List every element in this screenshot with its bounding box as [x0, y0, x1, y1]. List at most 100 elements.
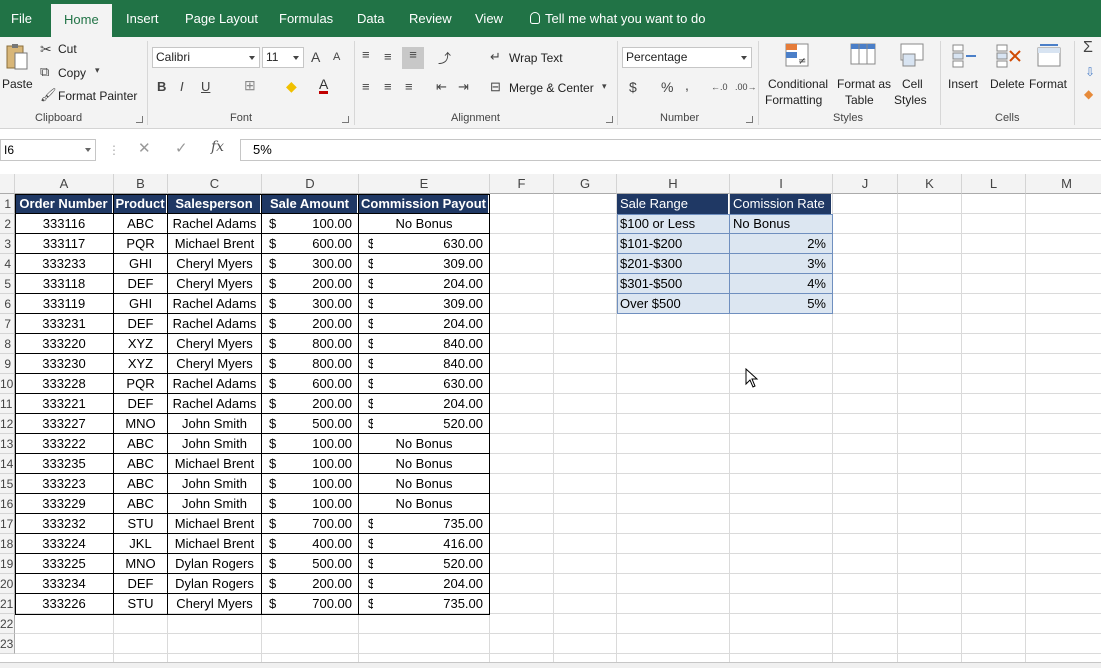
- salesperson-cell[interactable]: Michael Brent: [168, 454, 261, 474]
- rate-header-cell[interactable]: Comission Rate: [730, 194, 832, 214]
- salesperson-cell[interactable]: Dylan Rogers: [168, 574, 261, 594]
- salesperson-cell[interactable]: Cheryl Myers: [168, 354, 261, 374]
- commission-payout-cell[interactable]: 840.00: [359, 354, 489, 374]
- commission-rate-cell[interactable]: 3%: [730, 254, 832, 274]
- product-cell[interactable]: MNO: [114, 554, 167, 574]
- salesperson-cell[interactable]: Michael Brent: [168, 514, 261, 534]
- format-painter-button[interactable]: Format Painter: [58, 89, 137, 103]
- format-button[interactable]: Format: [1029, 77, 1067, 91]
- product-cell[interactable]: DEF: [114, 314, 167, 334]
- delete-cells-icon[interactable]: [994, 42, 1022, 70]
- order-number-cell[interactable]: 333229: [15, 494, 113, 514]
- commission-payout-cell[interactable]: 520.00: [359, 554, 489, 574]
- commission-rate-cell[interactable]: No Bonus: [730, 214, 832, 234]
- commission-payout-cell[interactable]: 204.00: [359, 274, 489, 294]
- row-header-23[interactable]: 23: [0, 634, 15, 654]
- conditional-formatting-line1[interactable]: Conditional: [768, 77, 828, 91]
- font-color-icon[interactable]: A: [319, 77, 329, 94]
- order-number-cell[interactable]: 333117: [15, 234, 113, 254]
- product-cell[interactable]: PQR: [114, 234, 167, 254]
- column-header-h[interactable]: H: [617, 174, 730, 194]
- cut-button[interactable]: Cut: [58, 42, 77, 56]
- salesperson-cell[interactable]: Cheryl Myers: [168, 334, 261, 354]
- number-launcher[interactable]: [746, 116, 753, 123]
- salesperson-cell[interactable]: Rachel Adams: [168, 214, 261, 234]
- commission-payout-cell[interactable]: 204.00: [359, 314, 489, 334]
- currency-icon[interactable]: $: [629, 79, 637, 95]
- order-number-cell[interactable]: 333224: [15, 534, 113, 554]
- fill-icon[interactable]: ⇩: [1085, 65, 1095, 79]
- product-cell[interactable]: ABC: [114, 214, 167, 234]
- order-number-cell[interactable]: 333228: [15, 374, 113, 394]
- commission-payout-cell[interactable]: 840.00: [359, 334, 489, 354]
- select-all-corner[interactable]: [0, 174, 15, 194]
- salesperson-cell[interactable]: Rachel Adams: [168, 294, 261, 314]
- product-cell[interactable]: PQR: [114, 374, 167, 394]
- row-header-9[interactable]: 9: [0, 354, 15, 374]
- salesperson-cell[interactable]: Michael Brent: [168, 234, 261, 254]
- commission-payout-cell[interactable]: 204.00: [359, 394, 489, 414]
- product-cell[interactable]: GHI: [114, 294, 167, 314]
- borders-icon[interactable]: ⊞: [244, 77, 256, 94]
- tab-page-layout[interactable]: Page Layout: [185, 0, 258, 37]
- order-number-cell[interactable]: 333226: [15, 594, 113, 614]
- column-header-c[interactable]: C: [168, 174, 262, 194]
- sale-amount-cell[interactable]: 600.00: [262, 234, 358, 254]
- column-header-a[interactable]: A: [15, 174, 114, 194]
- salesperson-cell[interactable]: Cheryl Myers: [168, 594, 261, 614]
- align-left-icon[interactable]: ≡: [362, 79, 370, 94]
- product-cell[interactable]: XYZ: [114, 354, 167, 374]
- cancel-icon[interactable]: ✕: [138, 139, 151, 161]
- sale-range-cell[interactable]: $201-$300: [617, 254, 729, 274]
- commission-rate-cell[interactable]: 5%: [730, 294, 832, 314]
- column-header-e[interactable]: E: [359, 174, 490, 194]
- sale-amount-cell[interactable]: 400.00: [262, 534, 358, 554]
- order-number-cell[interactable]: 333221: [15, 394, 113, 414]
- insert-button[interactable]: Insert: [948, 77, 978, 91]
- row-header-4[interactable]: 4: [0, 254, 15, 274]
- commission-payout-cell[interactable]: 735.00: [359, 594, 489, 614]
- order-number-cell[interactable]: 333230: [15, 354, 113, 374]
- sale-amount-cell[interactable]: 100.00: [262, 214, 358, 234]
- column-header-k[interactable]: K: [898, 174, 962, 194]
- commission-payout-cell[interactable]: 630.00: [359, 374, 489, 394]
- row-header-5[interactable]: 5: [0, 274, 15, 294]
- font-name-select[interactable]: Calibri: [152, 47, 260, 68]
- product-cell[interactable]: DEF: [114, 574, 167, 594]
- table-header-cell[interactable]: Product: [114, 194, 167, 214]
- align-top-icon[interactable]: ≡: [362, 47, 370, 62]
- commission-rate-cell[interactable]: 2%: [730, 234, 832, 254]
- row-header-14[interactable]: 14: [0, 454, 15, 474]
- commission-payout-cell[interactable]: No Bonus: [359, 474, 489, 494]
- product-cell[interactable]: XYZ: [114, 334, 167, 354]
- enter-icon[interactable]: ✓: [175, 139, 188, 161]
- column-header-f[interactable]: F: [490, 174, 554, 194]
- tab-view[interactable]: View: [475, 0, 503, 37]
- product-cell[interactable]: DEF: [114, 274, 167, 294]
- bold-icon[interactable]: B: [157, 79, 166, 94]
- cell-styles-line1[interactable]: Cell: [902, 77, 923, 91]
- font-launcher[interactable]: [342, 116, 349, 123]
- decrease-indent-icon[interactable]: ⇤: [436, 79, 447, 95]
- paste-button[interactable]: Paste: [2, 77, 33, 91]
- italic-icon[interactable]: I: [180, 79, 184, 94]
- commission-payout-cell[interactable]: No Bonus: [359, 434, 489, 454]
- sale-amount-cell[interactable]: 100.00: [262, 474, 358, 494]
- salesperson-cell[interactable]: John Smith: [168, 414, 261, 434]
- commission-payout-cell[interactable]: No Bonus: [359, 494, 489, 514]
- product-cell[interactable]: STU: [114, 514, 167, 534]
- row-header-2[interactable]: 2: [0, 214, 15, 234]
- sale-amount-cell[interactable]: 500.00: [262, 554, 358, 574]
- sale-amount-cell[interactable]: 600.00: [262, 374, 358, 394]
- table-header-cell[interactable]: Salesperson: [168, 194, 261, 214]
- clipboard-launcher[interactable]: [136, 116, 143, 123]
- align-center-icon[interactable]: ≡: [384, 79, 392, 94]
- commission-payout-cell[interactable]: No Bonus: [359, 454, 489, 474]
- increase-decimal-icon[interactable]: ←.0: [711, 82, 728, 92]
- percent-icon[interactable]: %: [661, 79, 673, 95]
- copy-button[interactable]: Copy: [58, 66, 86, 80]
- insert-cells-icon[interactable]: [950, 42, 978, 70]
- sale-amount-cell[interactable]: 300.00: [262, 294, 358, 314]
- salesperson-cell[interactable]: John Smith: [168, 474, 261, 494]
- salesperson-cell[interactable]: Rachel Adams: [168, 314, 261, 334]
